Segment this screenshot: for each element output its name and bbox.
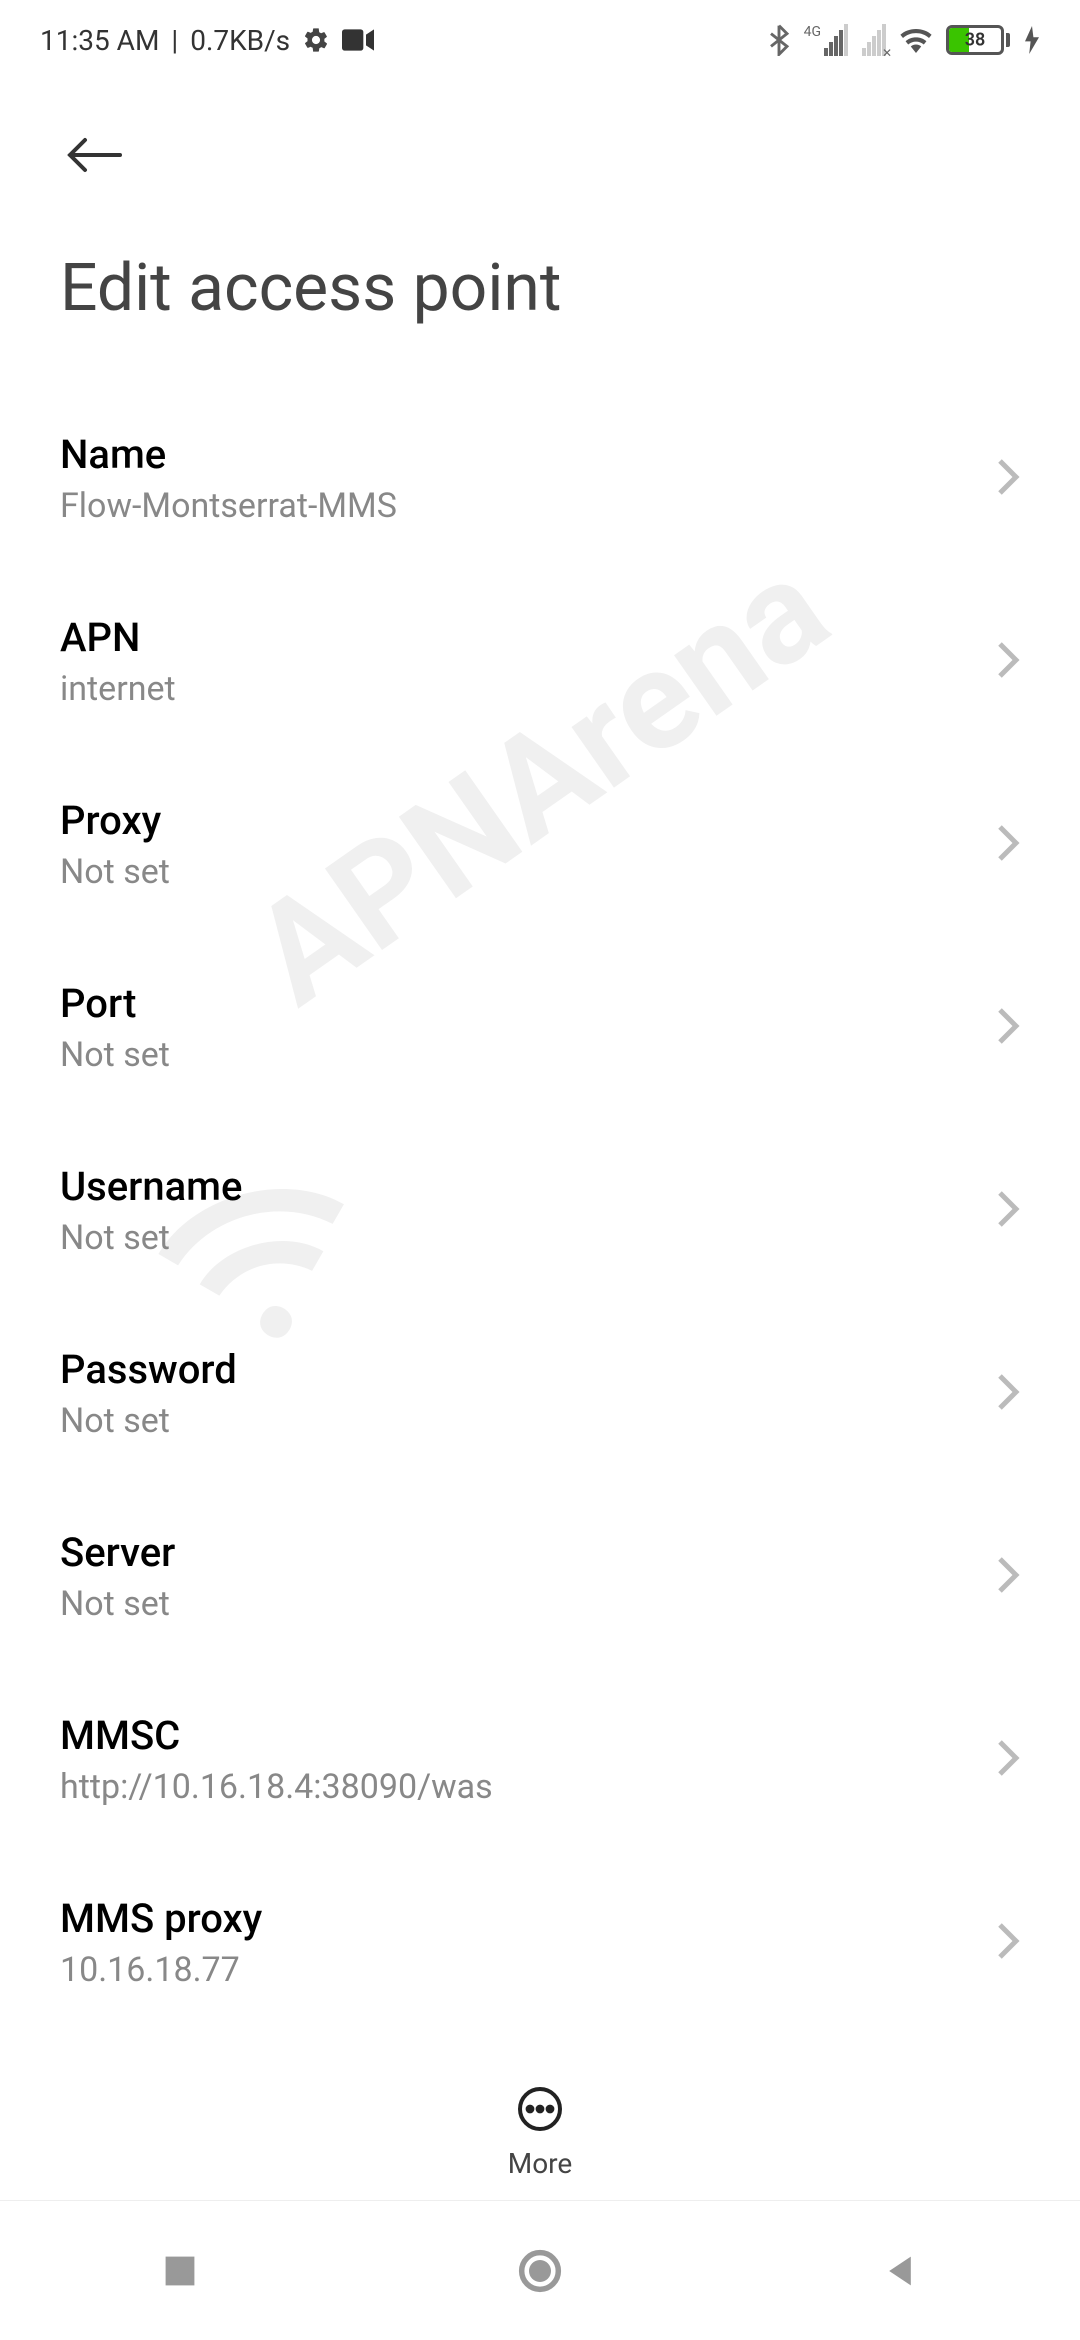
field-label: Username: [60, 1163, 976, 1210]
field-port[interactable]: Port Not set: [60, 936, 1020, 1119]
wifi-icon: [900, 27, 932, 53]
more-button[interactable]: More: [0, 2065, 1080, 2180]
status-time: 11:35 AM: [40, 24, 159, 57]
settings-scroll-area[interactable]: Name Flow-Montserrat-MMS APN internet Pr…: [0, 387, 1080, 2207]
chevron-right-icon: [996, 1555, 1020, 1599]
nav-home-button[interactable]: [500, 2231, 580, 2311]
navigation-bar: [0, 2200, 1080, 2340]
charging-icon: [1024, 26, 1040, 54]
field-label: MMSC: [60, 1712, 976, 1759]
field-label: Server: [60, 1529, 976, 1576]
status-left: 11:35 AM | 0.7KB/s: [40, 24, 374, 57]
chevron-right-icon: [996, 1006, 1020, 1050]
field-label: Proxy: [60, 797, 976, 844]
arrow-left-icon: [65, 135, 125, 175]
field-password[interactable]: Password Not set: [60, 1302, 1020, 1485]
more-icon: [516, 2085, 564, 2137]
field-apn[interactable]: APN internet: [60, 570, 1020, 753]
nav-recent-button[interactable]: [140, 2231, 220, 2311]
field-value: internet: [60, 669, 976, 709]
chevron-right-icon: [996, 640, 1020, 684]
field-username[interactable]: Username Not set: [60, 1119, 1020, 1302]
field-label: Port: [60, 980, 976, 1027]
page-title: Edit access point: [0, 220, 1080, 387]
field-mmsc[interactable]: MMSC http://10.16.18.4:38090/was: [60, 1668, 1020, 1851]
back-button[interactable]: [60, 120, 130, 190]
field-value: Not set: [60, 852, 976, 892]
nav-back-button[interactable]: [860, 2231, 940, 2311]
signal-no-sim-icon: ✕: [862, 24, 886, 56]
field-value: Not set: [60, 1035, 976, 1075]
field-label: Name: [60, 431, 976, 478]
field-value: Not set: [60, 1401, 976, 1441]
field-label: APN: [60, 614, 976, 661]
settings-list: Name Flow-Montserrat-MMS APN internet Pr…: [0, 387, 1080, 2034]
field-value: Not set: [60, 1584, 976, 1624]
square-icon: [162, 2253, 198, 2289]
battery-icon: 38: [946, 25, 1010, 55]
bluetooth-icon: [768, 24, 790, 56]
header: [0, 80, 1080, 220]
status-speed: 0.7KB/s: [190, 24, 290, 57]
field-server[interactable]: Server Not set: [60, 1485, 1020, 1668]
field-proxy[interactable]: Proxy Not set: [60, 753, 1020, 936]
field-value: Not set: [60, 1218, 976, 1258]
field-name[interactable]: Name Flow-Montserrat-MMS: [60, 387, 1020, 570]
field-mms-proxy[interactable]: MMS proxy 10.16.18.77: [60, 1851, 1020, 2034]
circle-icon: [518, 2249, 562, 2293]
chevron-right-icon: [996, 1738, 1020, 1782]
signal-4g-icon: 4G: [804, 24, 848, 56]
chevron-right-icon: [996, 1921, 1020, 1965]
gear-icon: [302, 26, 330, 54]
triangle-left-icon: [882, 2253, 918, 2289]
field-value: Flow-Montserrat-MMS: [60, 486, 976, 526]
chevron-right-icon: [996, 1189, 1020, 1233]
chevron-right-icon: [996, 1372, 1020, 1416]
camera-icon: [342, 29, 374, 51]
status-right: 4G ✕ 38: [768, 24, 1040, 56]
chevron-right-icon: [996, 457, 1020, 501]
field-label: Password: [60, 1346, 976, 1393]
field-value: http://10.16.18.4:38090/was: [60, 1767, 976, 1807]
field-label: MMS proxy: [60, 1895, 976, 1942]
field-value: 10.16.18.77: [60, 1950, 976, 1990]
status-bar: 11:35 AM | 0.7KB/s 4G ✕: [0, 0, 1080, 80]
more-label: More: [508, 2147, 573, 2180]
chevron-right-icon: [996, 823, 1020, 867]
